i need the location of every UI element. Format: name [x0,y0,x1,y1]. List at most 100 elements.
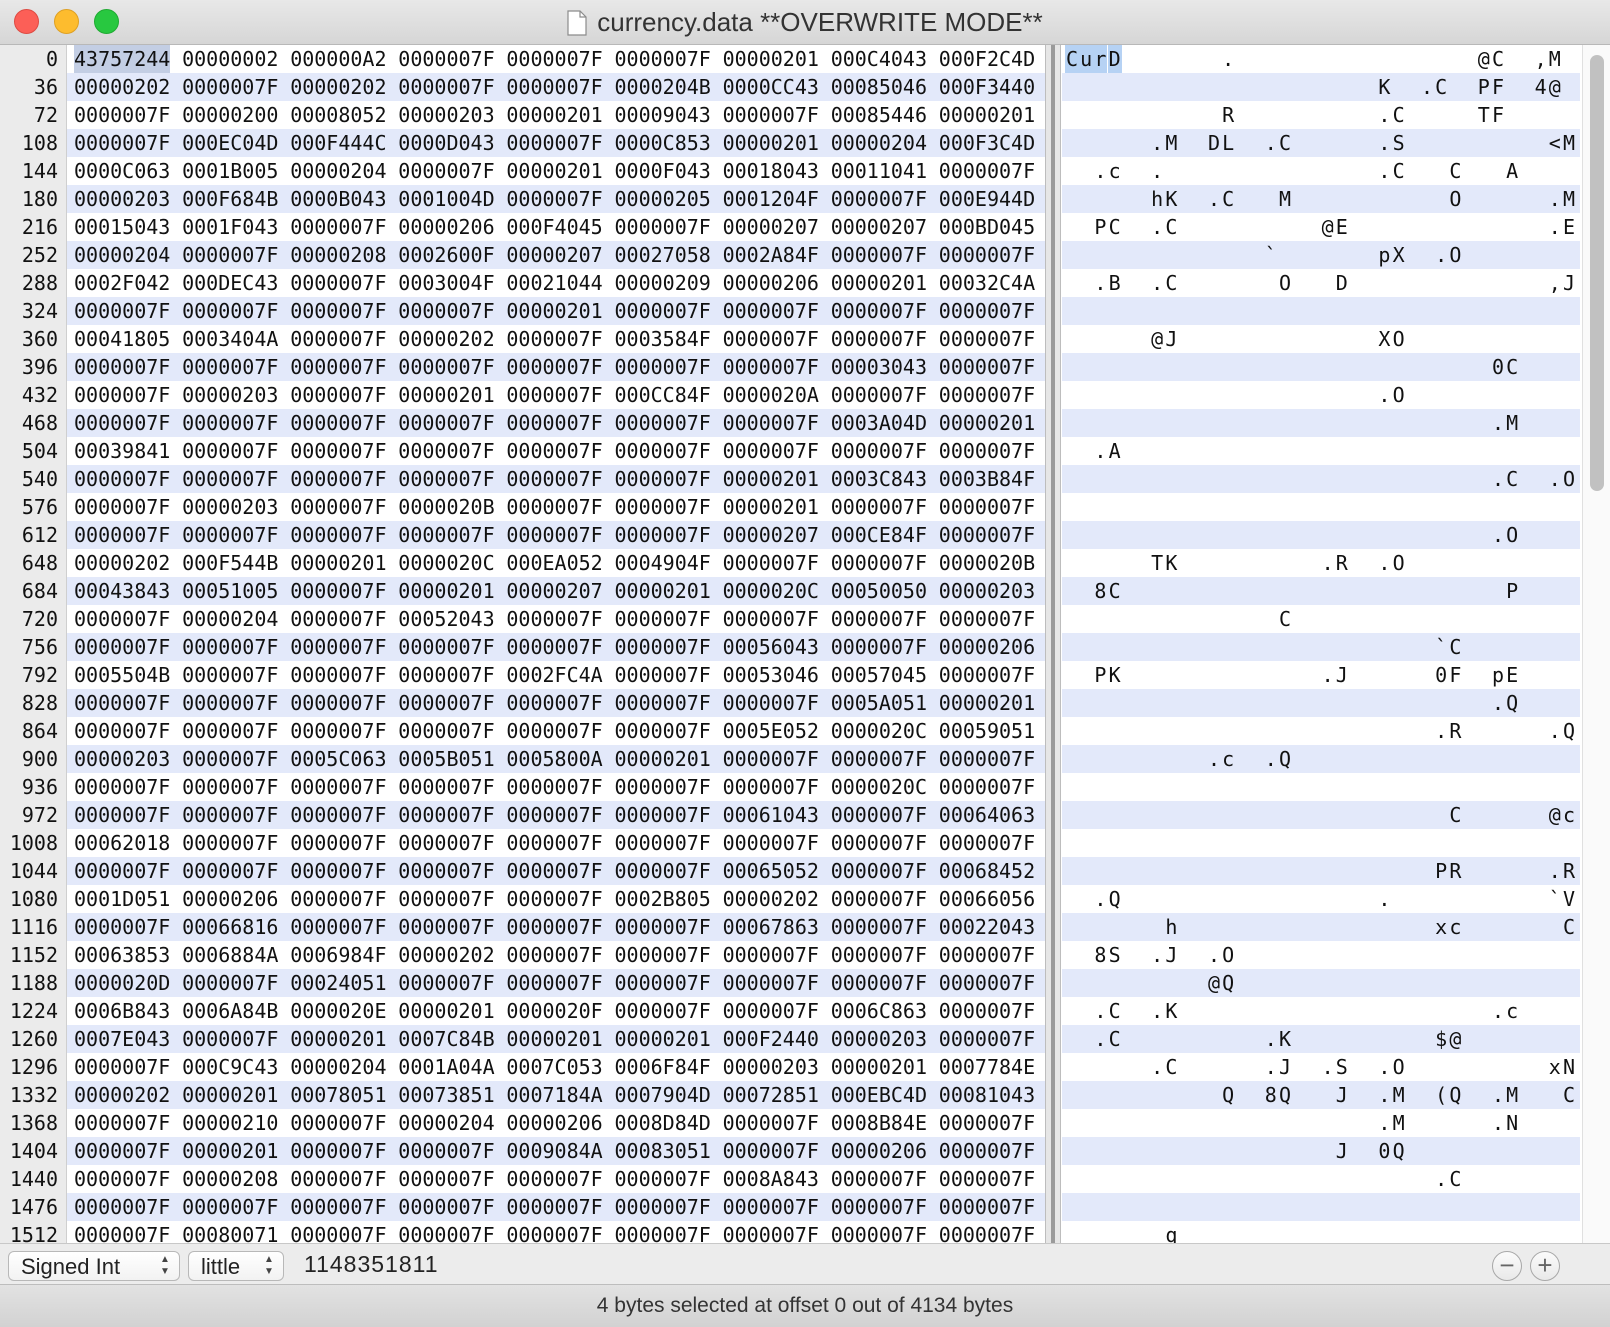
hex-word[interactable]: 0000007F [831,437,927,465]
ascii-char[interactable]: . [1377,129,1391,157]
ascii-row[interactable] [1062,1193,1580,1221]
hex-word[interactable]: 0000007F [506,353,602,381]
ascii-char[interactable]: M [1392,1109,1406,1137]
hex-word[interactable]: 0000007F [74,801,170,829]
hex-word[interactable]: 0000007F [615,493,711,521]
hex-word[interactable]: 00000204 [290,157,386,185]
ascii-char[interactable]: M [1505,1081,1519,1109]
hex-word[interactable]: 00000202 [398,941,494,969]
ascii-char[interactable]: @ [1150,325,1164,353]
pane-divider[interactable] [1045,45,1061,1243]
hex-word[interactable]: 00000201 [290,1025,386,1053]
hex-word[interactable]: 0000007F [831,297,927,325]
hex-word[interactable]: 00000207 [831,213,927,241]
hex-word[interactable]: 00066056 [939,885,1035,913]
hex-word[interactable]: 0000007F [615,829,711,857]
hex-row[interactable]: 00000202 00000201 00078051 00073851 0007184A… [67,1081,1045,1109]
hex-word[interactable]: 0000007F [398,913,494,941]
hex-word[interactable]: 00000204 [182,605,278,633]
hex-row[interactable]: 00063853 0006884A 0006984F 00000202 0000007F… [67,941,1045,969]
hex-word[interactable]: 0000007F [506,885,602,913]
hex-word[interactable]: 00039841 [74,437,170,465]
hex-row[interactable]: 0000007F 0000007F 0000007F 0000007F 0000007F… [67,717,1045,745]
hex-word[interactable]: 0000007F [723,1193,819,1221]
hex-word[interactable]: 000EC04D [182,129,278,157]
ascii-char[interactable]: C [1392,157,1406,185]
ascii-char[interactable]: R [1448,717,1462,745]
hex-word[interactable]: 0000007F [506,717,602,745]
hex-row[interactable]: 0000C063 0001B005 00000204 0000007F 00000201… [67,157,1045,185]
hex-word[interactable]: 00000201 [615,577,711,605]
hex-word[interactable]: 0005B051 [398,745,494,773]
hex-word[interactable]: 0000007F [290,297,386,325]
ascii-char[interactable]: C [1505,353,1519,381]
hex-word[interactable]: 0000007F [939,1025,1035,1053]
hex-word[interactable]: 0000007F [398,829,494,857]
hex-word[interactable]: 0000007F [290,1165,386,1193]
ascii-char[interactable]: c [1562,801,1576,829]
hex-word[interactable]: 00022043 [939,913,1035,941]
ascii-char[interactable]: E [1562,213,1576,241]
ascii-char[interactable]: . [1093,997,1107,1025]
hex-word[interactable]: 0000007F [182,521,278,549]
hex-word[interactable]: 0000007F [831,941,927,969]
hex-word[interactable]: 0004904F [615,549,711,577]
hex-word[interactable]: 00000203 [831,1025,927,1053]
hex-word[interactable]: 0000007F [398,801,494,829]
hex-word[interactable]: 0000007F [939,297,1035,325]
ascii-char[interactable]: . [1150,157,1164,185]
hex-word[interactable]: 0000007F [939,745,1035,773]
hex-word[interactable]: 00000201 [398,577,494,605]
hex-word[interactable]: 00065052 [723,857,819,885]
hex-word[interactable]: 0000007F [615,1193,711,1221]
ascii-row[interactable]: .c..CCA [1062,157,1580,185]
hex-word[interactable]: 0000007F [506,829,602,857]
ascii-char[interactable]: C [1108,1025,1122,1053]
hex-word[interactable]: 0000007F [290,1109,386,1137]
hex-word[interactable]: 0000007F [831,745,927,773]
hex-word[interactable]: 0000007F [74,1165,170,1193]
hex-word[interactable]: 00000205 [615,185,711,213]
hex-word[interactable]: 0000007F [506,857,602,885]
hex-row[interactable]: 0000007F 0000007F 0000007F 0000007F 0000007F… [67,801,1045,829]
hex-word[interactable]: 0000007F [939,437,1035,465]
hex-word[interactable]: 00064063 [939,801,1035,829]
ascii-char[interactable]: F [1448,661,1462,689]
hex-row[interactable]: 0000007F 000C9C43 00000204 0001A04A 0007C053… [67,1053,1045,1081]
vertical-scrollbar[interactable] [1582,45,1610,1243]
ascii-row[interactable]: Cu r D. @ C, M [1062,45,1580,73]
hex-word[interactable]: 0000007F [182,1193,278,1221]
hex-row[interactable]: 0001D051 00000206 0000007F 0000007F 0000007F… [67,885,1045,913]
hex-row[interactable]: 00000204 0000007F 00000208 0002600F 00000207… [67,241,1045,269]
ascii-char[interactable]: C [1448,157,1462,185]
ascii-char[interactable]: C [1392,101,1406,129]
hex-word[interactable]: 0000007F [74,409,170,437]
hex-row[interactable]: 0006B843 0006A84B 0000020E 00000201 0000020F… [67,997,1045,1025]
hex-word[interactable]: 00000201 [939,101,1035,129]
ascii-char[interactable]: . [1377,1109,1391,1137]
hex-word[interactable]: 00000201 [723,493,819,521]
ascii-row[interactable]: .M [1062,409,1580,437]
ascii-char[interactable]: M [1164,129,1178,157]
hex-word[interactable]: 0001A04A [398,1053,494,1081]
hex-word[interactable]: 0000007F [939,353,1035,381]
ascii-char[interactable]: @ [1548,73,1562,101]
hex-word[interactable]: 00072851 [723,1081,819,1109]
ascii-char[interactable]: J [1164,325,1178,353]
ascii-row[interactable]: . M D L. C. S < M [1062,129,1580,157]
ascii-char[interactable]: C [1434,73,1448,101]
ascii-char[interactable]: O [1392,1053,1406,1081]
hex-word[interactable]: 0000007F [398,969,494,997]
hex-row[interactable]: 0000007F 00000200 00008052 00000203 00000201… [67,101,1045,129]
ascii-char[interactable]: A [1108,437,1122,465]
ascii-row[interactable]: . C. K $ @ [1062,1025,1580,1053]
hex-word[interactable]: 0000007F [290,353,386,381]
hex-word[interactable]: 0008A843 [723,1165,819,1193]
hex-word[interactable]: 0000007F [74,493,170,521]
ascii-char[interactable]: . [1150,997,1164,1025]
ascii-row[interactable]: J0Q [1062,1137,1580,1165]
hex-word[interactable]: 0000007F [723,549,819,577]
ascii-char[interactable]: C [1108,997,1122,1025]
ascii-char[interactable]: R [1221,101,1235,129]
hex-word[interactable]: 0000007F [615,941,711,969]
